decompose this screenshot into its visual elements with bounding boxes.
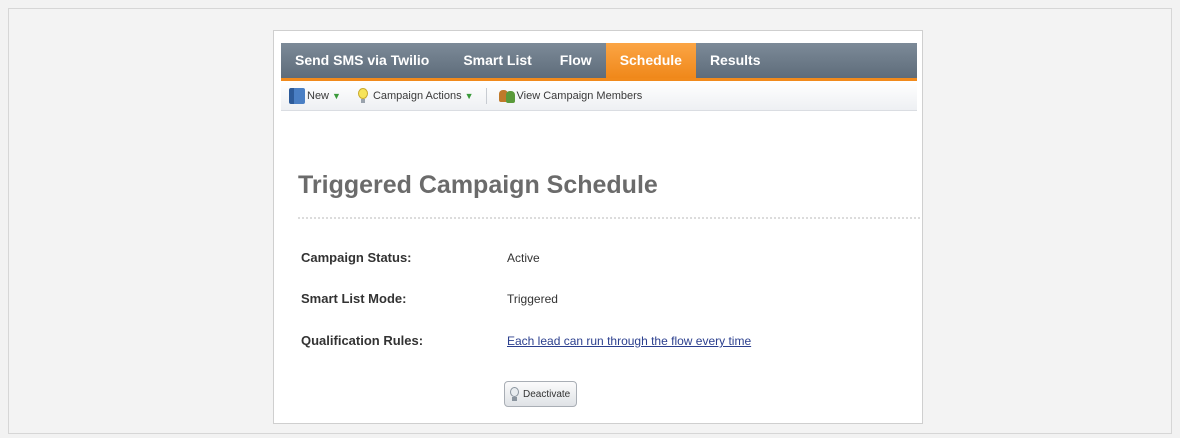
tab-smart-list[interactable]: Smart List <box>449 43 545 78</box>
caret-down-icon: ▼ <box>464 90 474 101</box>
page-title: Triggered Campaign Schedule <box>298 171 658 199</box>
tab-bar: Send SMS via Twilio Smart List Flow Sche… <box>281 43 917 81</box>
caret-down-icon: ▼ <box>332 90 341 101</box>
view-campaign-members-label: View Campaign Members <box>516 89 643 102</box>
campaign-actions-menu-button[interactable]: Campaign Actions ▼ <box>355 87 474 104</box>
deactivate-button[interactable]: Deactivate <box>504 381 578 407</box>
deactivate-label: Deactivate <box>523 388 571 400</box>
qualification-rules-label: Qualification Rules: <box>301 333 424 348</box>
tab-send-sms-via-twilio[interactable]: Send SMS via Twilio <box>281 43 449 78</box>
tab-schedule[interactable]: Schedule <box>605 43 696 78</box>
new-menu-label: New <box>307 89 330 102</box>
qualification-rules-link[interactable]: Each lead can run through the flow every… <box>507 334 751 348</box>
smart-list-mode-value: Triggered <box>507 292 558 306</box>
view-campaign-members-button[interactable]: View Campaign Members <box>498 88 643 104</box>
title-divider <box>298 217 922 219</box>
campaign-status-value: Active <box>507 251 540 265</box>
people-icon <box>498 88 515 104</box>
toolbar-divider <box>485 87 487 104</box>
bulb-icon <box>355 87 371 104</box>
campaign-panel: Send SMS via Twilio Smart List Flow Sche… <box>273 30 923 424</box>
new-menu-button[interactable]: New ▼ <box>289 87 341 104</box>
campaign-actions-label: Campaign Actions <box>372 89 462 102</box>
campaign-status-label: Campaign Status: <box>301 250 412 265</box>
smart-list-mode-label: Smart List Mode: <box>301 291 407 306</box>
toolbar: New ▼ Campaign Actions ▼ View Campaign M… <box>281 81 917 111</box>
book-icon <box>289 87 305 104</box>
tab-flow[interactable]: Flow <box>546 43 606 78</box>
tab-results[interactable]: Results <box>696 43 775 78</box>
bulb-icon <box>509 386 521 402</box>
